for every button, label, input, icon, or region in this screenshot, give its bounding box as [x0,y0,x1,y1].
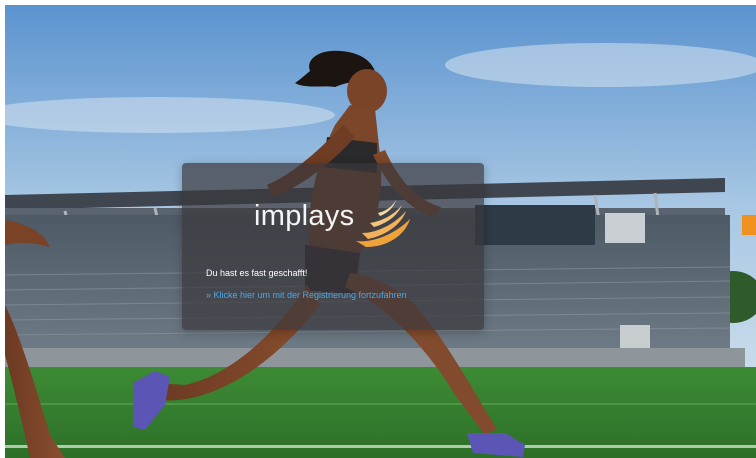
brand-name: implays [254,200,355,232]
login-card: implays Du hast es fast geschafft! » Kli… [182,163,484,330]
page-frame: implays Du hast es fast geschafft! » Kli… [5,5,756,458]
side-tab-button[interactable] [742,215,756,235]
logo-swoosh-icon [356,200,410,247]
status-message: Du hast es fast geschafft! [206,268,308,278]
brand-logo: implays [254,197,424,249]
continue-registration-link[interactable]: » Klicke hier um mit der Registrierung f… [206,290,407,300]
